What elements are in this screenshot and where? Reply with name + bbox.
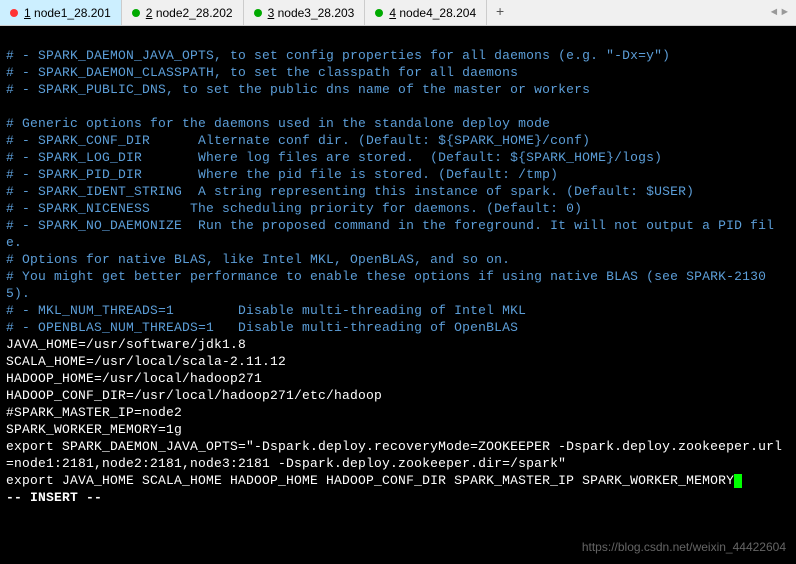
tab-num: 3 node3_28.203 (268, 6, 355, 20)
editor-line: # Options for native BLAS, like Intel MK… (6, 252, 510, 267)
editor-line: # - OPENBLAS_NUM_THREADS=1 Disable multi… (6, 320, 518, 335)
tab-nav: ◄ ► (763, 0, 796, 25)
editor-line: # - MKL_NUM_THREADS=1 Disable multi-thre… (6, 303, 526, 318)
tab-num: 1 node1_28.201 (24, 6, 111, 20)
editor-line: # - SPARK_DAEMON_CLASSPATH, to set the c… (6, 65, 518, 80)
editor-line: export JAVA_HOME SCALA_HOME HADOOP_HOME … (6, 473, 734, 488)
tab-num: 4 node4_28.204 (389, 6, 476, 20)
status-dot-icon (375, 9, 383, 17)
editor-line: SPARK_WORKER_MEMORY=1g (6, 422, 182, 437)
editor-line: # - SPARK_CONF_DIR Alternate conf dir. (… (6, 133, 590, 148)
editor-line: # - SPARK_NICENESS The scheduling priori… (6, 201, 582, 216)
editor-line: #SPARK_MASTER_IP=node2 (6, 405, 182, 420)
terminal-editor[interactable]: # - SPARK_DAEMON_JAVA_OPTS, to set confi… (0, 26, 796, 510)
editor-line: # You might get better performance to en… (6, 269, 766, 301)
editor-line: # - SPARK_PUBLIC_DNS, to set the public … (6, 82, 590, 97)
status-dot-icon (10, 9, 18, 17)
status-dot-icon (132, 9, 140, 17)
cursor (734, 474, 742, 488)
editor-line: HADOOP_HOME=/usr/local/hadoop271 (6, 371, 262, 386)
tab-bar: 1 node1_28.201 2 node2_28.202 3 node3_28… (0, 0, 796, 26)
tab-node1[interactable]: 1 node1_28.201 (0, 0, 122, 25)
add-tab-button[interactable]: + (487, 0, 513, 25)
editor-line: # - SPARK_NO_DAEMONIZE Run the proposed … (6, 218, 774, 250)
nav-right-icon[interactable]: ► (779, 7, 790, 19)
editor-line: # Generic options for the daemons used i… (6, 116, 550, 131)
editor-line: HADOOP_CONF_DIR=/usr/local/hadoop271/etc… (6, 388, 382, 403)
editor-line: # - SPARK_IDENT_STRING A string represen… (6, 184, 694, 199)
tab-num: 2 node2_28.202 (146, 6, 233, 20)
tab-node4[interactable]: 4 node4_28.204 (365, 0, 487, 25)
editor-line: # - SPARK_DAEMON_JAVA_OPTS, to set confi… (6, 48, 670, 63)
editor-line: JAVA_HOME=/usr/software/jdk1.8 (6, 337, 246, 352)
editor-line: # - SPARK_LOG_DIR Where log files are st… (6, 150, 662, 165)
vim-mode-status: -- INSERT -- (6, 490, 102, 505)
editor-line: export SPARK_DAEMON_JAVA_OPTS="-Dspark.d… (6, 439, 782, 471)
nav-left-icon[interactable]: ◄ (769, 7, 780, 19)
tab-node2[interactable]: 2 node2_28.202 (122, 0, 244, 25)
status-dot-icon (254, 9, 262, 17)
editor-line: SCALA_HOME=/usr/local/scala-2.11.12 (6, 354, 286, 369)
tab-node3[interactable]: 3 node3_28.203 (244, 0, 366, 25)
watermark: https://blog.csdn.net/weixin_44422604 (582, 540, 786, 554)
editor-line: # - SPARK_PID_DIR Where the pid file is … (6, 167, 558, 182)
